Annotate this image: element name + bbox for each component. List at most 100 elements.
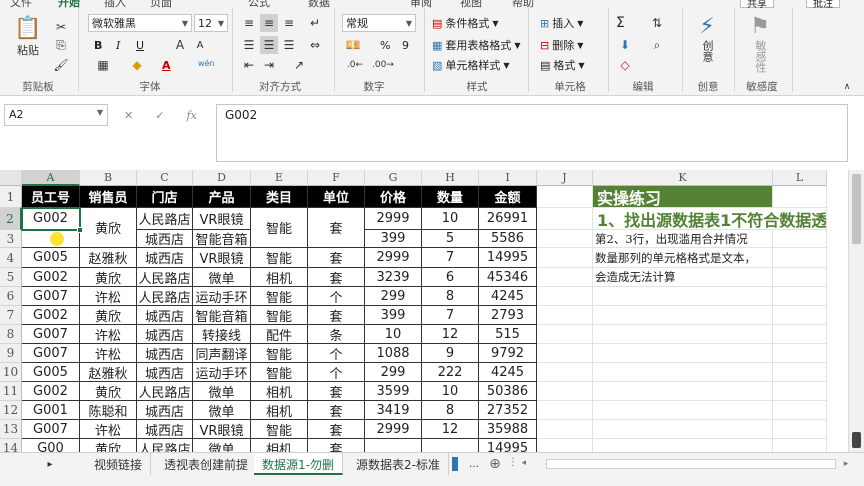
table-cell[interactable]: 微单 bbox=[193, 268, 251, 287]
table-header-cell[interactable]: 金额 bbox=[479, 186, 537, 208]
table-cell[interactable]: 城西店 bbox=[137, 401, 193, 420]
table-cell[interactable]: 相机 bbox=[251, 268, 308, 287]
sheet-tab-video[interactable]: 视频链接 bbox=[86, 453, 152, 475]
table-cell[interactable]: 许松 bbox=[80, 344, 137, 363]
table-cell[interactable]: G005 bbox=[22, 363, 80, 382]
table-cell[interactable]: 套 bbox=[308, 208, 365, 248]
table-cell[interactable]: 智能 bbox=[251, 287, 308, 306]
more-sheets-icon[interactable]: … bbox=[466, 455, 482, 473]
table-header-cell[interactable]: 门店 bbox=[137, 186, 193, 208]
number-format-select[interactable]: 常规 ▼ bbox=[342, 14, 416, 32]
table-cell[interactable]: 10 bbox=[365, 325, 422, 344]
fill-icon[interactable]: ⬇ bbox=[616, 36, 634, 54]
cut-icon[interactable]: ✂ bbox=[52, 18, 70, 36]
table-cell[interactable]: 套 bbox=[308, 382, 365, 401]
table-header-cell[interactable]: 员工号 bbox=[22, 186, 80, 208]
practice-task[interactable]: 1、找出源数据表1不符合数据透 bbox=[593, 208, 827, 230]
empty-cell[interactable] bbox=[593, 439, 773, 452]
empty-cell[interactable] bbox=[773, 401, 827, 420]
practice-note[interactable]: 数量那列的单元格格式是文本， bbox=[593, 248, 773, 268]
table-cell[interactable]: 陈聪和 bbox=[80, 401, 137, 420]
table-cell[interactable]: 智能 bbox=[251, 248, 308, 268]
table-cell[interactable]: G007 bbox=[22, 344, 80, 363]
empty-cell[interactable] bbox=[537, 401, 593, 420]
clear-icon[interactable]: ◇ bbox=[616, 56, 634, 74]
table-cell[interactable]: 赵雅秋 bbox=[80, 248, 137, 268]
row-header[interactable]: 8 bbox=[0, 325, 22, 344]
table-cell[interactable]: VR眼镜 bbox=[193, 248, 251, 268]
row-header[interactable]: 12 bbox=[0, 401, 22, 420]
table-cell[interactable]: 黄欣 bbox=[80, 439, 137, 452]
table-cell[interactable]: 8 bbox=[422, 287, 479, 306]
tab-data[interactable]: 数据 bbox=[308, 0, 330, 10]
table-cell[interactable]: G002 bbox=[22, 382, 80, 401]
row-header[interactable]: 7 bbox=[0, 306, 22, 325]
empty-cell[interactable] bbox=[773, 306, 827, 325]
table-cell[interactable]: 2999 bbox=[365, 248, 422, 268]
column-header[interactable]: E bbox=[251, 170, 308, 186]
paste-button[interactable]: 📋 粘贴 bbox=[10, 16, 46, 58]
table-cell[interactable]: 相机 bbox=[251, 401, 308, 420]
table-cell[interactable]: G002 bbox=[22, 306, 80, 325]
table-cell[interactable]: 399 bbox=[365, 306, 422, 325]
merge-center-icon[interactable]: ⇔ bbox=[306, 36, 324, 54]
tab-page[interactable]: 页面 bbox=[150, 0, 172, 10]
empty-cell[interactable] bbox=[593, 420, 773, 439]
table-cell[interactable]: 6 bbox=[422, 268, 479, 287]
tab-help[interactable]: 帮助 bbox=[512, 0, 534, 10]
table-cell[interactable]: 套 bbox=[308, 420, 365, 439]
table-cell[interactable]: 4245 bbox=[479, 287, 537, 306]
tab-file[interactable]: 文件 bbox=[10, 0, 32, 10]
table-cell[interactable]: 人民路店 bbox=[137, 382, 193, 401]
column-header[interactable]: F bbox=[308, 170, 365, 186]
empty-cell[interactable] bbox=[593, 363, 773, 382]
table-cell[interactable]: 黄欣 bbox=[80, 268, 137, 287]
delete-cells-button[interactable]: ⊟ 删除 ▼ bbox=[540, 36, 583, 54]
sheet-tab-source2[interactable]: 源数据表2-标准 bbox=[348, 453, 449, 475]
autosum-button[interactable]: Σ bbox=[616, 14, 625, 32]
tab-insert[interactable]: 插入 bbox=[104, 0, 126, 10]
table-cell[interactable] bbox=[365, 439, 422, 452]
column-header[interactable]: L bbox=[773, 170, 827, 186]
table-header-cell[interactable]: 产品 bbox=[193, 186, 251, 208]
table-cell[interactable]: 微单 bbox=[193, 382, 251, 401]
table-cell[interactable]: G00 bbox=[22, 439, 80, 452]
collapse-ribbon-icon[interactable]: ∧ bbox=[840, 78, 854, 95]
table-cell[interactable]: 城西店 bbox=[137, 306, 193, 325]
table-cell[interactable]: 12 bbox=[422, 420, 479, 439]
table-cell[interactable]: 个 bbox=[308, 287, 365, 306]
phonetic-button[interactable]: wén bbox=[198, 54, 215, 72]
share-button[interactable]: 共享 bbox=[740, 0, 774, 10]
table-cell[interactable]: G002 bbox=[22, 208, 80, 230]
table-cell[interactable]: 人民路店 bbox=[137, 268, 193, 287]
table-cell[interactable]: 7 bbox=[422, 306, 479, 325]
table-cell[interactable]: 26991 bbox=[479, 208, 537, 230]
table-cell[interactable]: 智能 bbox=[251, 344, 308, 363]
wrap-text-icon[interactable]: ↵ bbox=[306, 14, 324, 32]
table-header-cell[interactable]: 价格 bbox=[365, 186, 422, 208]
empty-cell[interactable] bbox=[537, 439, 593, 452]
table-header-cell[interactable]: 数量 bbox=[422, 186, 479, 208]
table-cell[interactable]: 10 bbox=[422, 208, 479, 230]
table-cell[interactable]: 8 bbox=[422, 401, 479, 420]
table-cell[interactable] bbox=[422, 439, 479, 452]
empty-cell[interactable] bbox=[537, 363, 593, 382]
row-header[interactable]: 2 bbox=[0, 208, 22, 230]
fill-color-icon[interactable]: ◆ bbox=[128, 56, 146, 74]
format-painter-icon[interactable]: 🖌 bbox=[52, 56, 70, 74]
insert-cells-button[interactable]: ⊞ 插入 ▼ bbox=[540, 14, 583, 32]
table-cell[interactable]: G007 bbox=[22, 325, 80, 344]
row-header[interactable]: 1 bbox=[0, 186, 22, 208]
empty-cell[interactable] bbox=[537, 230, 593, 248]
table-cell[interactable]: 智能音箱 bbox=[193, 306, 251, 325]
worksheet-grid[interactable]: A B C D E F G H I J K L 1 2 3 4 5 6 7 8 9 10 11 12 13 14 员工号 销售员 门店产… bbox=[0, 170, 848, 452]
empty-cell[interactable] bbox=[773, 268, 827, 287]
table-cell[interactable]: 10 bbox=[422, 382, 479, 401]
empty-cell[interactable] bbox=[537, 268, 593, 287]
column-header[interactable]: J bbox=[537, 170, 593, 186]
scroll-thumb-bottom[interactable] bbox=[852, 432, 861, 448]
conditional-format-button[interactable]: ▤ 条件格式 ▼ bbox=[432, 14, 499, 32]
font-name-select[interactable]: 微软雅黑 ▼ bbox=[88, 14, 192, 32]
sheet-tab-source1[interactable]: 数据源1-勿删 bbox=[254, 453, 343, 475]
empty-cell[interactable] bbox=[537, 306, 593, 325]
